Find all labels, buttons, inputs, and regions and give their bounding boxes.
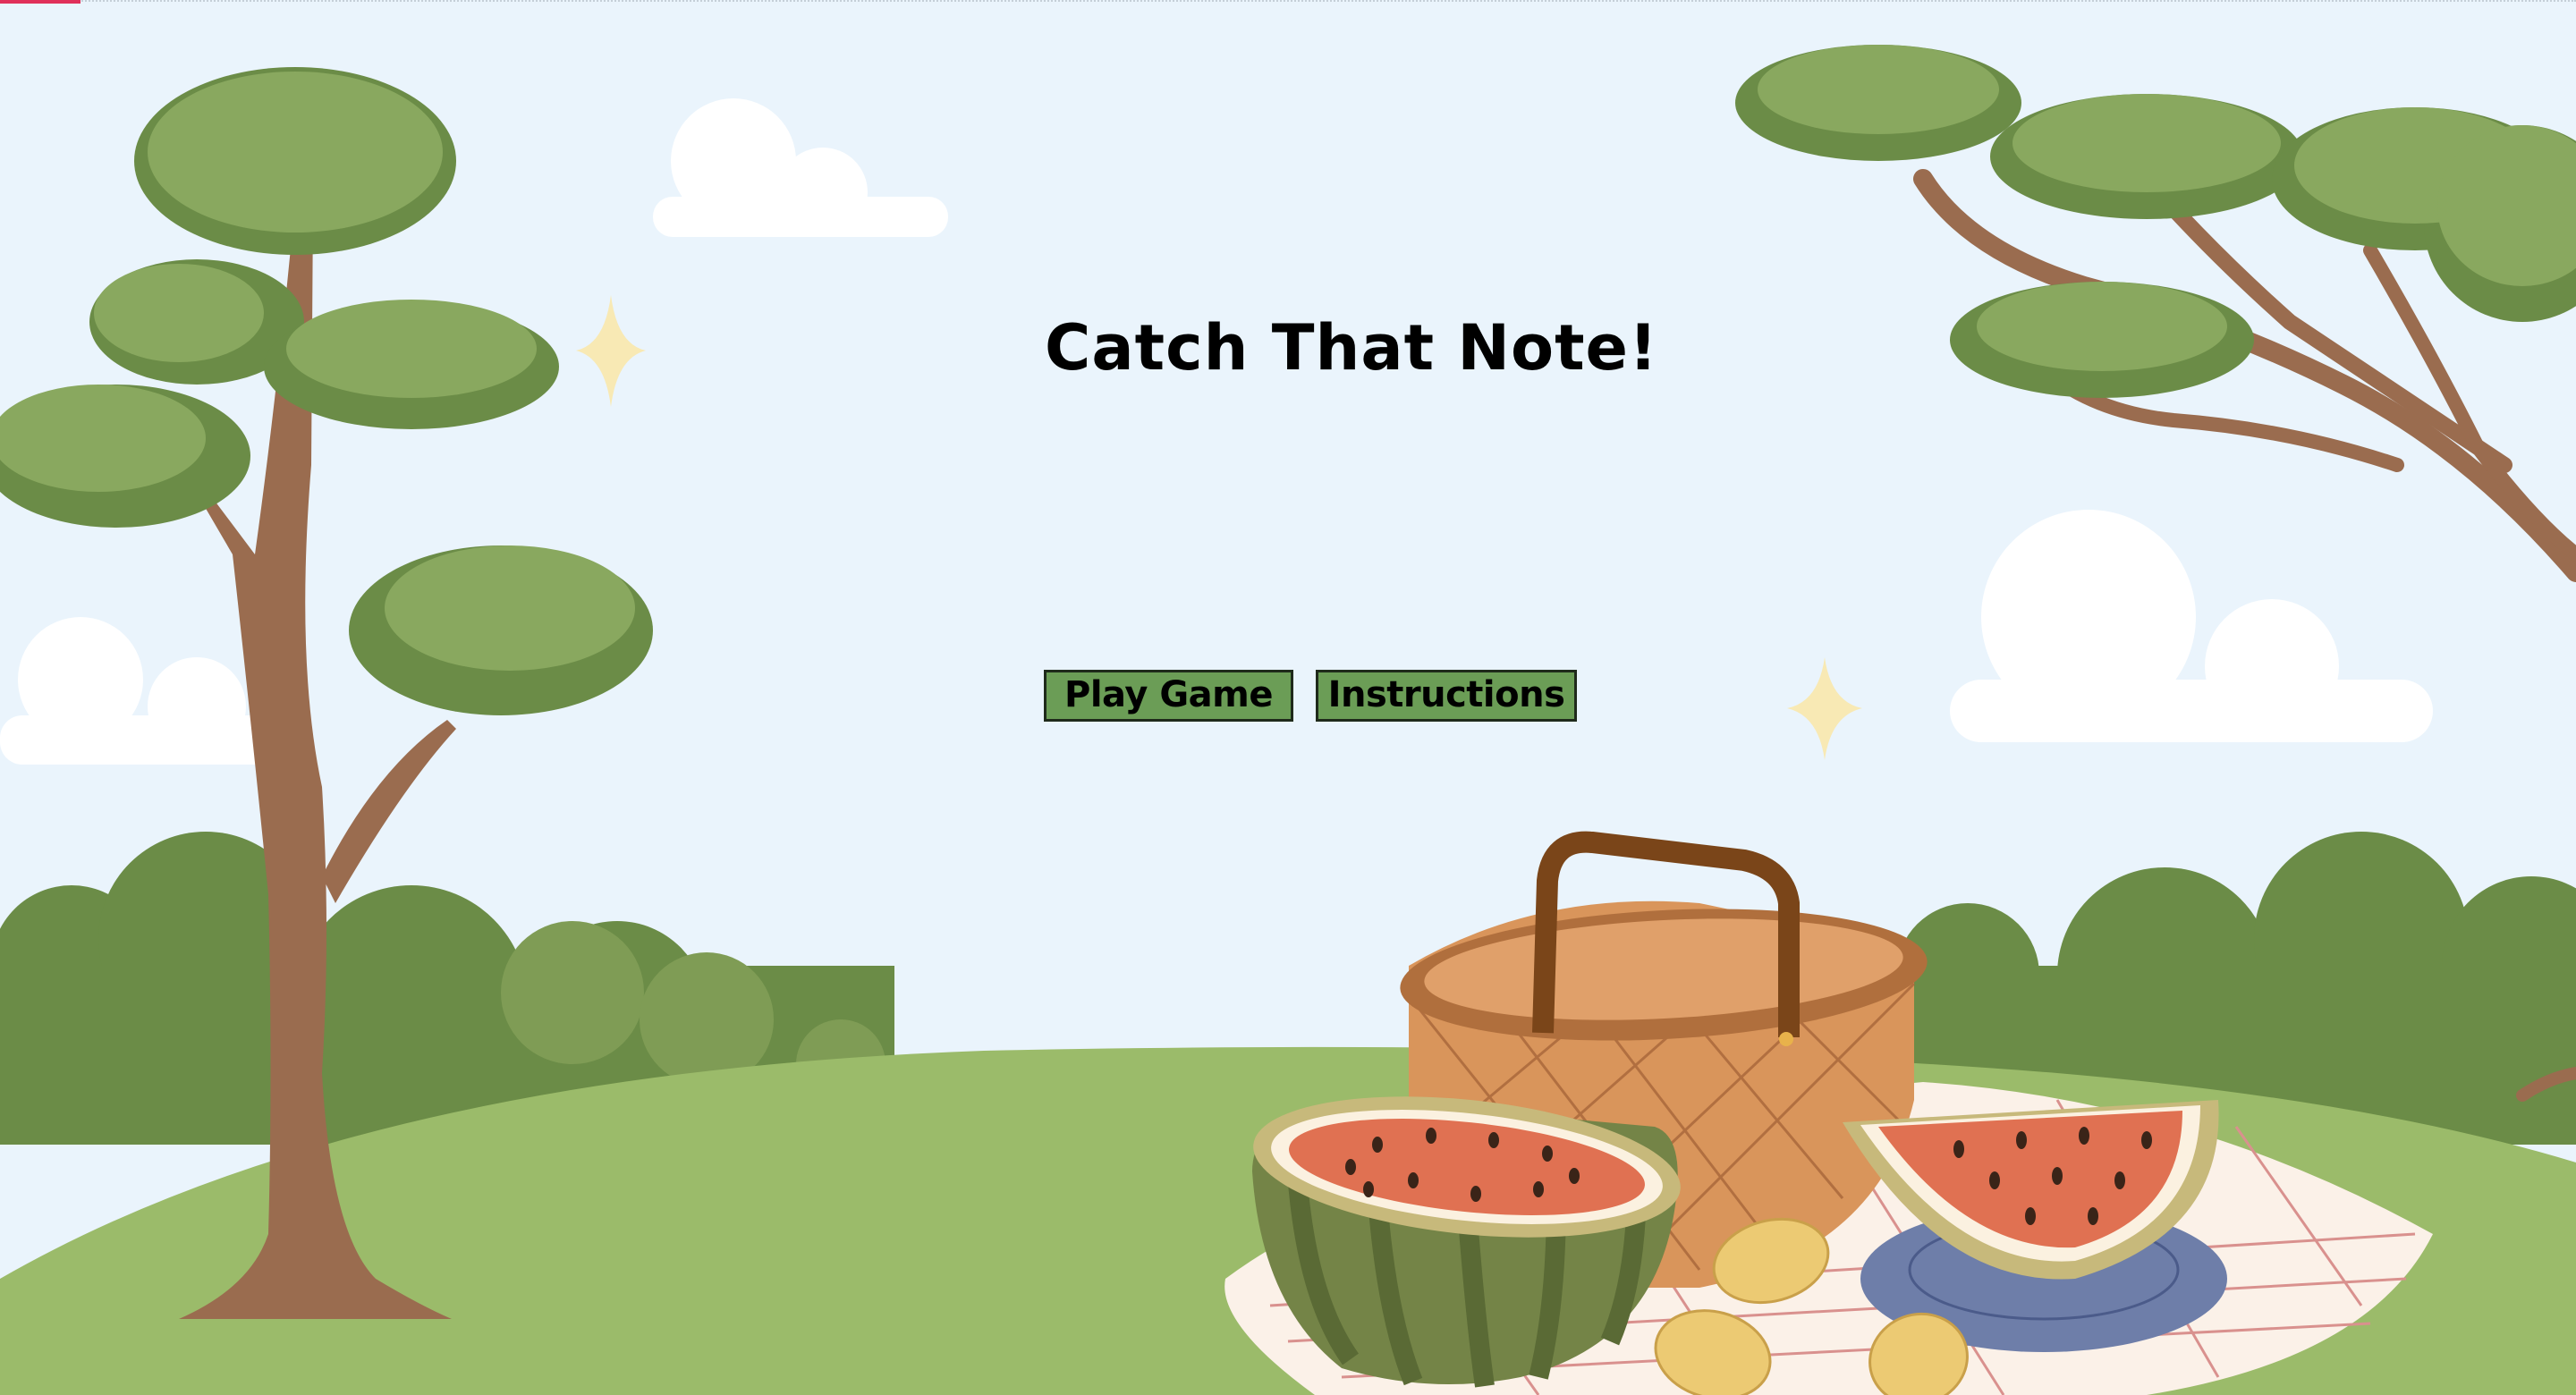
loading-indicator (0, 0, 80, 4)
instructions-button[interactable]: Instructions (1316, 670, 1577, 722)
title-screen: Catch That Note! Play Game Instructions (0, 0, 2576, 1395)
top-dotted-border (0, 0, 2576, 2)
play-game-button[interactable]: Play Game (1044, 670, 1293, 722)
game-title: Catch That Note! (1045, 311, 1658, 385)
watermelon-whole (1252, 1096, 1681, 1388)
